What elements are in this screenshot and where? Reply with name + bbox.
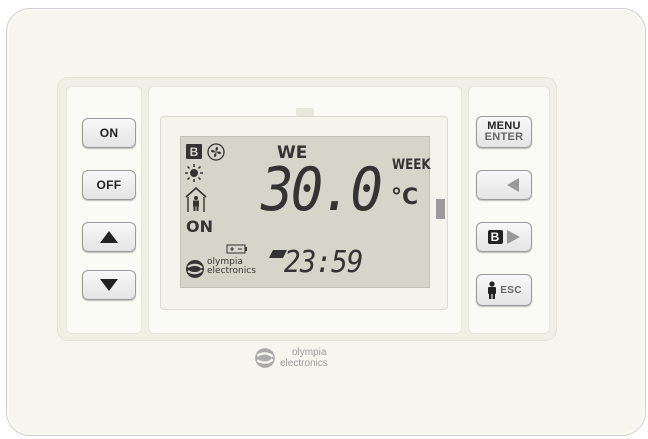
boost-indicator-letter: B [189,144,199,159]
b-box-icon: B [487,230,503,244]
up-button[interactable] [82,222,136,252]
on-button-label: ON [99,126,119,140]
b-box-letter: B [490,230,500,244]
status-led [436,199,445,219]
fan-icon [207,143,225,161]
boost-indicator-icon: B [186,144,202,159]
on-button[interactable]: ON [82,118,136,148]
down-button[interactable] [82,270,136,300]
enter-label: ENTER [484,131,524,143]
footer-brand-line2: electronics [280,358,328,369]
footer-brand: olympia electronics [254,347,328,369]
battery-icon [226,244,247,254]
up-arrow-icon [100,231,118,243]
down-arrow-icon [100,279,118,291]
night-left-button[interactable] [476,170,532,200]
person-home-icon [185,187,207,212]
olympia-logo-icon [255,348,275,368]
moon-left-arrow-icon [486,177,519,193]
temperature-readout: 30.0 [261,155,383,225]
off-button[interactable]: OFF [82,170,136,200]
lcd-screen: B ON WE WEEK 30.0 °C 23:59 olympia elect… [180,136,431,288]
lcd-brand-text: olympia electronics [207,258,256,276]
status-on-label: ON [186,217,213,236]
footer-brand-line1: olympia [292,347,327,358]
menu-enter-button[interactable]: MENU ENTER [476,116,532,148]
off-button-label: OFF [96,178,122,192]
olympia-logo-icon [186,260,204,278]
person-icon [488,281,497,299]
person-esc-button[interactable]: ESC [476,274,532,306]
sun-icon [185,164,203,182]
boost-right-button[interactable]: B [476,222,532,252]
week-mode-label: WEEK [392,157,431,173]
temperature-unit: °C [391,185,419,210]
clock-readout: 23:59 [284,245,363,280]
display-notch [296,108,314,116]
lcd-brand-line2: electronics [207,266,256,276]
right-arrow-icon [506,230,520,244]
esc-label: ESC [500,284,522,296]
